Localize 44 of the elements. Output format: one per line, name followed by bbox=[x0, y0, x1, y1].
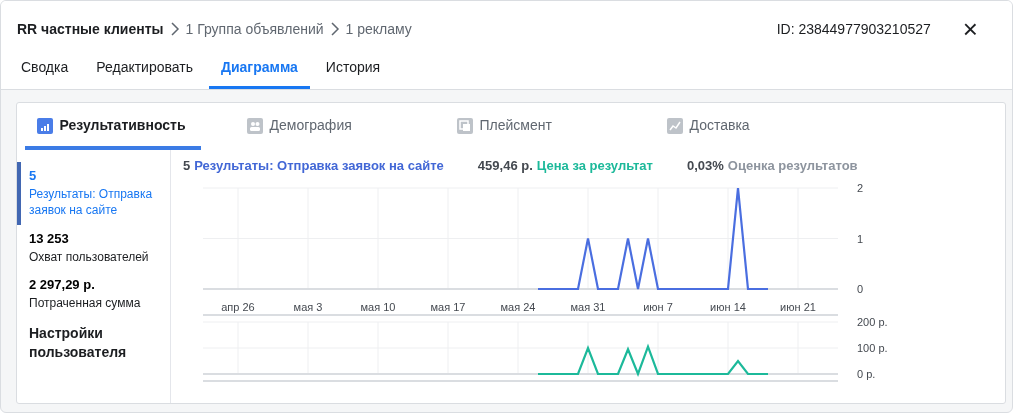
people-icon bbox=[247, 117, 263, 134]
axis-label: 200 р. bbox=[857, 315, 888, 328]
axis-label: 1 bbox=[857, 232, 864, 244]
tab[interactable]: Диаграмма bbox=[209, 57, 310, 89]
metric-item[interactable]: 5 Результаты: Отправка заявок на сайте bbox=[17, 162, 170, 226]
axis-label: июн 7 bbox=[643, 300, 673, 313]
metric-item[interactable]: 2 297,29 р. Потраченная сумма bbox=[17, 271, 170, 318]
chart-tab[interactable]: Доставка bbox=[655, 103, 831, 150]
stat-label: Оценка результатов bbox=[727, 157, 858, 175]
chevron-icon bbox=[169, 22, 180, 36]
bar-chart-icon bbox=[37, 117, 53, 134]
stat-value: 5 bbox=[183, 157, 191, 175]
metric-item[interactable]: 13 253 Охват пользователей bbox=[17, 225, 170, 272]
settings-heading: Настройки пользователя bbox=[28, 323, 128, 363]
breadcrumb-link[interactable]: RR частные клиенты bbox=[17, 18, 164, 40]
stat-label: Результаты: Отправка заявок на сайте bbox=[194, 157, 444, 175]
breadcrumb-link[interactable]: 1 Группа объявлений bbox=[185, 18, 324, 40]
ad-id: ID: 23844977903210527 bbox=[776, 19, 931, 39]
tab[interactable]: Редактировать bbox=[84, 57, 205, 89]
squares-icon bbox=[457, 117, 473, 134]
stat-value: 459,46 р. bbox=[477, 157, 533, 175]
axis-label: 0 р. bbox=[857, 367, 876, 380]
axis-label: июн 14 bbox=[710, 300, 746, 313]
axis-label: 0 bbox=[857, 282, 864, 295]
axis-label: 2 bbox=[857, 181, 864, 194]
line-chart-icon bbox=[667, 117, 683, 134]
axis-label: мая 24 bbox=[500, 300, 536, 313]
axis-label: мая 10 bbox=[360, 300, 396, 313]
chevron-icon bbox=[329, 22, 340, 36]
axis-label: мая 3 bbox=[293, 300, 323, 313]
breadcrumb-link[interactable]: 1 рекламу bbox=[345, 18, 412, 40]
stat-label: Цена за результат bbox=[536, 157, 653, 175]
axis-label: 100 р. bbox=[857, 341, 888, 354]
axis-label: июн 21 bbox=[780, 300, 816, 313]
axis-label: мая 17 bbox=[430, 300, 466, 313]
close-button[interactable]: × bbox=[958, 16, 982, 42]
axis-label: мая 31 bbox=[570, 300, 606, 313]
tab[interactable]: История bbox=[313, 57, 393, 89]
tab[interactable]: Сводка bbox=[17, 57, 81, 89]
chart-tab[interactable]: Плейсмент bbox=[445, 103, 621, 150]
axis-label: апр 26 bbox=[221, 300, 255, 313]
stat-value: 0,03% bbox=[686, 157, 724, 175]
chart-tab[interactable]: Результативность bbox=[25, 103, 201, 150]
chart-tab[interactable]: Демография bbox=[235, 103, 411, 150]
